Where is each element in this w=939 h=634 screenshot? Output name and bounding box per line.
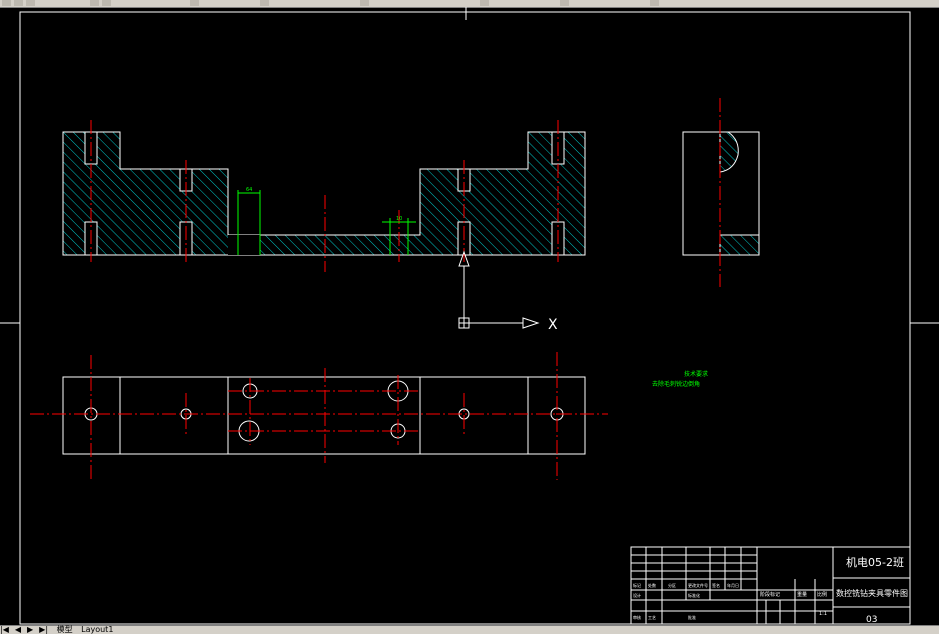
scale-label: 比例 (817, 591, 827, 598)
drawing-canvas[interactable]: 64 10 X 技术要求 去除毛刺锐边倒角 机电05-2班 数控铣钻夹具零件图 … (0, 7, 939, 625)
note-title: 技术要求 (684, 370, 708, 378)
dimension-d2: 10 (396, 216, 402, 222)
process-label: 工艺 (648, 615, 656, 620)
project-name: 机电05-2班 (846, 555, 904, 569)
help-icon[interactable] (650, 0, 659, 6)
mark-label: 标记 (633, 582, 641, 588)
weight-label: 重量 (797, 591, 807, 598)
note-text: 去除毛刺锐边倒角 (652, 380, 700, 388)
dimension-d1: 64 (246, 187, 252, 193)
review-label: 审核 (633, 614, 641, 620)
technical-notes: 技术要求 去除毛刺锐边倒角 (652, 370, 708, 388)
drawing-frame (0, 7, 939, 625)
standard-label: 标准化 (688, 592, 700, 598)
side-view (682, 98, 760, 287)
properties-icon[interactable] (360, 0, 369, 6)
redo-icon[interactable] (102, 0, 111, 6)
stage-label: 阶段标记 (760, 591, 780, 598)
front-section-view: 64 10 (62, 120, 586, 272)
print-icon[interactable] (26, 0, 35, 6)
scale-value: 1:1 (819, 611, 827, 617)
save-icon[interactable] (14, 0, 23, 6)
undo-icon[interactable] (90, 0, 99, 6)
approve-label: 批准 (688, 614, 696, 620)
pan-icon[interactable] (190, 0, 199, 6)
top-view (30, 352, 608, 480)
count-label: 处数 (648, 582, 656, 588)
zone-label: 分区 (668, 582, 676, 588)
snap-icon[interactable] (560, 0, 569, 6)
ucs-icon (458, 250, 540, 329)
drawing-title: 数控铣钻夹具零件图 (836, 588, 908, 598)
layer-icon[interactable] (480, 0, 489, 6)
open-icon[interactable] (2, 0, 11, 6)
doc-label: 更改文件号 (688, 582, 708, 588)
design-label: 设计 (633, 592, 641, 598)
zoom-icon[interactable] (260, 0, 269, 6)
date-label: 年月日 (727, 582, 739, 588)
drawing-number: 03 (866, 615, 877, 625)
ucs-x-label: X (548, 317, 558, 333)
sign-label: 签名 (712, 582, 720, 588)
